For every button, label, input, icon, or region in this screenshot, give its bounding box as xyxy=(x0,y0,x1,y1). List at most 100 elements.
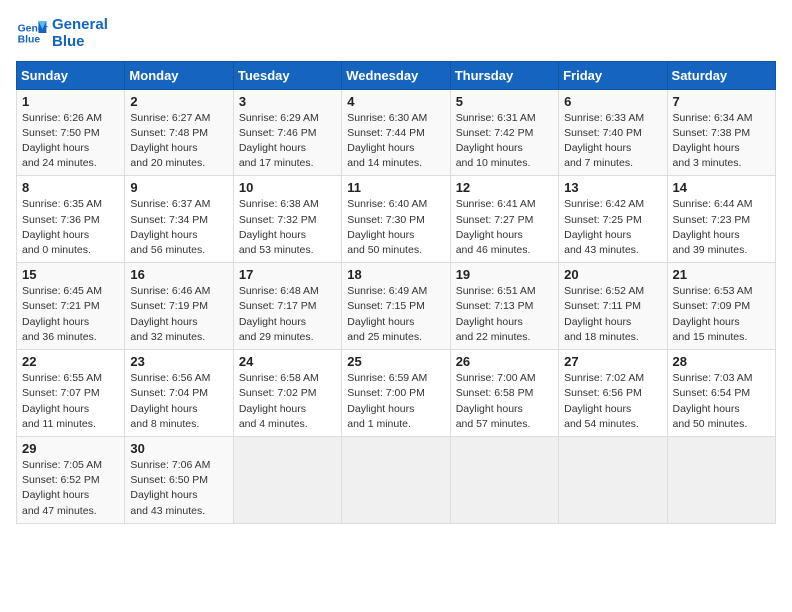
calendar-week-row: 15 Sunrise: 6:45 AMSunset: 7:21 PMDaylig… xyxy=(17,263,776,350)
calendar-day-15: 15 Sunrise: 6:45 AMSunset: 7:21 PMDaylig… xyxy=(17,263,125,350)
day-number: 13 xyxy=(564,180,661,195)
day-detail: Sunrise: 6:53 AMSunset: 7:09 PMDaylight … xyxy=(673,284,770,345)
svg-text:Blue: Blue xyxy=(18,35,41,46)
weekday-header-saturday: Saturday xyxy=(667,61,775,89)
calendar-day-18: 18 Sunrise: 6:49 AMSunset: 7:15 PMDaylig… xyxy=(342,263,450,350)
weekday-header-thursday: Thursday xyxy=(450,61,558,89)
day-number: 5 xyxy=(456,94,553,109)
day-detail: Sunrise: 6:37 AMSunset: 7:34 PMDaylight … xyxy=(130,197,227,258)
day-number: 19 xyxy=(456,267,553,282)
day-number: 15 xyxy=(22,267,119,282)
day-number: 7 xyxy=(673,94,770,109)
day-detail: Sunrise: 6:48 AMSunset: 7:17 PMDaylight … xyxy=(239,284,336,345)
calendar-day-5: 5 Sunrise: 6:31 AMSunset: 7:42 PMDayligh… xyxy=(450,89,558,176)
calendar-day-16: 16 Sunrise: 6:46 AMSunset: 7:19 PMDaylig… xyxy=(125,263,233,350)
weekday-header-monday: Monday xyxy=(125,61,233,89)
day-number: 1 xyxy=(22,94,119,109)
day-detail: Sunrise: 6:46 AMSunset: 7:19 PMDaylight … xyxy=(130,284,227,345)
day-detail: Sunrise: 6:58 AMSunset: 7:02 PMDaylight … xyxy=(239,371,336,432)
day-detail: Sunrise: 6:33 AMSunset: 7:40 PMDaylight … xyxy=(564,111,661,172)
day-detail: Sunrise: 6:26 AMSunset: 7:50 PMDaylight … xyxy=(22,111,119,172)
day-number: 17 xyxy=(239,267,336,282)
calendar-day-2: 2 Sunrise: 6:27 AMSunset: 7:48 PMDayligh… xyxy=(125,89,233,176)
day-number: 16 xyxy=(130,267,227,282)
day-number: 26 xyxy=(456,354,553,369)
calendar-day-6: 6 Sunrise: 6:33 AMSunset: 7:40 PMDayligh… xyxy=(559,89,667,176)
day-detail: Sunrise: 6:52 AMSunset: 7:11 PMDaylight … xyxy=(564,284,661,345)
day-number: 22 xyxy=(22,354,119,369)
day-number: 20 xyxy=(564,267,661,282)
calendar-day-30: 30 Sunrise: 7:06 AMSunset: 6:50 PMDaylig… xyxy=(125,437,233,524)
day-detail: Sunrise: 7:06 AMSunset: 6:50 PMDaylight … xyxy=(130,458,227,519)
calendar-day-7: 7 Sunrise: 6:34 AMSunset: 7:38 PMDayligh… xyxy=(667,89,775,176)
day-detail: Sunrise: 6:56 AMSunset: 7:04 PMDaylight … xyxy=(130,371,227,432)
day-detail: Sunrise: 6:44 AMSunset: 7:23 PMDaylight … xyxy=(673,197,770,258)
day-detail: Sunrise: 6:30 AMSunset: 7:44 PMDaylight … xyxy=(347,111,444,172)
day-number: 30 xyxy=(130,441,227,456)
day-number: 9 xyxy=(130,180,227,195)
day-number: 3 xyxy=(239,94,336,109)
calendar-day-10: 10 Sunrise: 6:38 AMSunset: 7:32 PMDaylig… xyxy=(233,176,341,263)
day-detail: Sunrise: 6:49 AMSunset: 7:15 PMDaylight … xyxy=(347,284,444,345)
logo-icon: General Blue xyxy=(16,17,48,49)
page-header: General Blue General Blue xyxy=(16,16,776,51)
calendar-day-8: 8 Sunrise: 6:35 AMSunset: 7:36 PMDayligh… xyxy=(17,176,125,263)
day-number: 4 xyxy=(347,94,444,109)
calendar-day-empty xyxy=(667,437,775,524)
calendar-week-row: 29 Sunrise: 7:05 AMSunset: 6:52 PMDaylig… xyxy=(17,437,776,524)
calendar-day-20: 20 Sunrise: 6:52 AMSunset: 7:11 PMDaylig… xyxy=(559,263,667,350)
logo: General Blue General Blue xyxy=(16,16,108,51)
weekday-header-tuesday: Tuesday xyxy=(233,61,341,89)
day-number: 11 xyxy=(347,180,444,195)
day-number: 18 xyxy=(347,267,444,282)
day-detail: Sunrise: 6:40 AMSunset: 7:30 PMDaylight … xyxy=(347,197,444,258)
day-detail: Sunrise: 6:27 AMSunset: 7:48 PMDaylight … xyxy=(130,111,227,172)
day-detail: Sunrise: 6:51 AMSunset: 7:13 PMDaylight … xyxy=(456,284,553,345)
day-detail: Sunrise: 6:34 AMSunset: 7:38 PMDaylight … xyxy=(673,111,770,172)
day-detail: Sunrise: 6:42 AMSunset: 7:25 PMDaylight … xyxy=(564,197,661,258)
logo-general: General xyxy=(52,16,108,33)
calendar-week-row: 22 Sunrise: 6:55 AMSunset: 7:07 PMDaylig… xyxy=(17,350,776,437)
day-number: 10 xyxy=(239,180,336,195)
day-detail: Sunrise: 7:03 AMSunset: 6:54 PMDaylight … xyxy=(673,371,770,432)
day-detail: Sunrise: 6:41 AMSunset: 7:27 PMDaylight … xyxy=(456,197,553,258)
weekday-header-friday: Friday xyxy=(559,61,667,89)
calendar-week-row: 1 Sunrise: 6:26 AMSunset: 7:50 PMDayligh… xyxy=(17,89,776,176)
calendar-day-29: 29 Sunrise: 7:05 AMSunset: 6:52 PMDaylig… xyxy=(17,437,125,524)
calendar-day-11: 11 Sunrise: 6:40 AMSunset: 7:30 PMDaylig… xyxy=(342,176,450,263)
day-number: 23 xyxy=(130,354,227,369)
calendar-day-17: 17 Sunrise: 6:48 AMSunset: 7:17 PMDaylig… xyxy=(233,263,341,350)
calendar-day-26: 26 Sunrise: 7:00 AMSunset: 6:58 PMDaylig… xyxy=(450,350,558,437)
calendar-day-22: 22 Sunrise: 6:55 AMSunset: 7:07 PMDaylig… xyxy=(17,350,125,437)
day-detail: Sunrise: 7:05 AMSunset: 6:52 PMDaylight … xyxy=(22,458,119,519)
day-detail: Sunrise: 6:35 AMSunset: 7:36 PMDaylight … xyxy=(22,197,119,258)
calendar-day-empty xyxy=(233,437,341,524)
calendar-day-13: 13 Sunrise: 6:42 AMSunset: 7:25 PMDaylig… xyxy=(559,176,667,263)
calendar-day-19: 19 Sunrise: 6:51 AMSunset: 7:13 PMDaylig… xyxy=(450,263,558,350)
calendar-day-25: 25 Sunrise: 6:59 AMSunset: 7:00 PMDaylig… xyxy=(342,350,450,437)
day-detail: Sunrise: 6:31 AMSunset: 7:42 PMDaylight … xyxy=(456,111,553,172)
day-number: 25 xyxy=(347,354,444,369)
day-number: 27 xyxy=(564,354,661,369)
day-detail: Sunrise: 6:45 AMSunset: 7:21 PMDaylight … xyxy=(22,284,119,345)
calendar-day-23: 23 Sunrise: 6:56 AMSunset: 7:04 PMDaylig… xyxy=(125,350,233,437)
calendar-day-27: 27 Sunrise: 7:02 AMSunset: 6:56 PMDaylig… xyxy=(559,350,667,437)
day-number: 6 xyxy=(564,94,661,109)
calendar-day-14: 14 Sunrise: 6:44 AMSunset: 7:23 PMDaylig… xyxy=(667,176,775,263)
day-number: 8 xyxy=(22,180,119,195)
day-detail: Sunrise: 6:38 AMSunset: 7:32 PMDaylight … xyxy=(239,197,336,258)
day-detail: Sunrise: 6:55 AMSunset: 7:07 PMDaylight … xyxy=(22,371,119,432)
calendar-day-21: 21 Sunrise: 6:53 AMSunset: 7:09 PMDaylig… xyxy=(667,263,775,350)
day-number: 21 xyxy=(673,267,770,282)
calendar-day-empty xyxy=(559,437,667,524)
calendar-day-28: 28 Sunrise: 7:03 AMSunset: 6:54 PMDaylig… xyxy=(667,350,775,437)
calendar-day-4: 4 Sunrise: 6:30 AMSunset: 7:44 PMDayligh… xyxy=(342,89,450,176)
weekday-header-sunday: Sunday xyxy=(17,61,125,89)
weekday-header-wednesday: Wednesday xyxy=(342,61,450,89)
calendar-table: SundayMondayTuesdayWednesdayThursdayFrid… xyxy=(16,61,776,524)
calendar-day-24: 24 Sunrise: 6:58 AMSunset: 7:02 PMDaylig… xyxy=(233,350,341,437)
weekday-header-row: SundayMondayTuesdayWednesdayThursdayFrid… xyxy=(17,61,776,89)
day-number: 14 xyxy=(673,180,770,195)
day-number: 29 xyxy=(22,441,119,456)
day-number: 24 xyxy=(239,354,336,369)
